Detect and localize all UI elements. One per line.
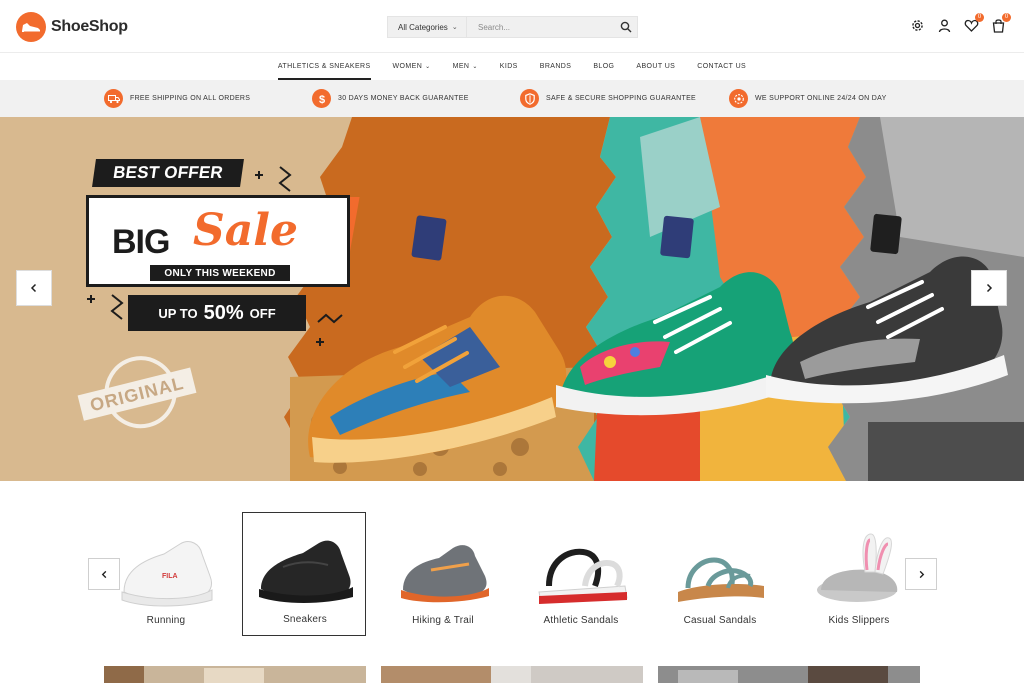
category-running[interactable]: FILA Running	[104, 512, 228, 636]
main-nav: ATHLETICS & SNEAKERS WOMEN ⌄ MEN ⌄ KIDS BR…	[0, 54, 1024, 80]
promo-image	[381, 666, 643, 683]
nav-women[interactable]: WOMEN ⌄	[382, 54, 442, 80]
cart-count-badge: 0	[1002, 13, 1011, 22]
nav-kids[interactable]: KIDS	[489, 54, 529, 80]
nav-label: MEN	[452, 63, 470, 70]
cart-button[interactable]: 0	[991, 13, 1011, 33]
chevron-down-icon: ⌄	[472, 64, 478, 70]
casual-sandal-image	[678, 557, 764, 602]
category-kids-slippers[interactable]: Kids Slippers	[797, 512, 921, 636]
support-icon	[729, 89, 748, 108]
promo-thumbnail-2[interactable]	[381, 666, 643, 683]
kids-slipper-image	[817, 533, 898, 602]
wishlist-button[interactable]: 0	[964, 13, 984, 33]
category-hiking-trail[interactable]: Hiking & Trail	[381, 512, 505, 636]
promo-thumbnail-1[interactable]	[104, 666, 366, 683]
features-bar: FREE SHIPPING ON ALL ORDERS $ 30 DAYS MO…	[0, 80, 1024, 117]
nav-label: BRANDS	[539, 63, 572, 70]
category-athletic-sandals[interactable]: Athletic Sandals	[519, 512, 643, 636]
svg-text:$: $	[318, 94, 324, 105]
search-input[interactable]	[467, 16, 638, 38]
chevron-right-icon	[986, 283, 993, 293]
chevron-down-icon: ⌄	[451, 24, 458, 31]
best-offer-label: BEST OFFER	[92, 159, 244, 187]
nav-blog[interactable]: BLOG	[582, 54, 625, 80]
sneaker-shoe-image	[259, 540, 353, 603]
feature-label: WE SUPPORT ONLINE 24/24 ON DAY	[755, 95, 887, 102]
category-label: Hiking & Trail	[412, 615, 474, 626]
truck-icon	[104, 89, 123, 108]
brand-name: ShoeShop	[51, 18, 128, 35]
hiking-shoe-image	[401, 545, 489, 603]
sandal-image	[538, 548, 628, 604]
category-label: Kids Slippers	[828, 615, 890, 626]
nav-label: CONTACT US	[697, 63, 747, 70]
promo-thumbnail-3[interactable]	[658, 666, 920, 683]
feature-money-back: $ 30 DAYS MONEY BACK GUARANTEE	[312, 89, 469, 108]
category-label: Athletic Sandals	[543, 615, 619, 626]
wishlist-count-badge: 0	[975, 13, 984, 22]
nav-contact-us[interactable]: CONTACT US	[686, 54, 757, 80]
promo-image	[678, 666, 888, 683]
feature-label: 30 DAYS MONEY BACK GUARANTEE	[338, 95, 469, 102]
shoe-logo-icon	[16, 12, 46, 42]
promo-image	[104, 666, 264, 683]
chevron-left-icon	[30, 283, 37, 293]
only-weekend-label: ONLY THIS WEEKEND	[150, 265, 290, 281]
logo[interactable]: ShoeShop	[16, 12, 128, 42]
running-shoe-image: FILA	[121, 541, 213, 607]
gear-icon[interactable]	[910, 18, 925, 33]
nav-brands[interactable]: BRANDS	[529, 54, 583, 80]
category-select[interactable]: All Categories ⌄	[387, 16, 467, 38]
shield-icon	[520, 89, 539, 108]
up-to-text: UP TO	[158, 305, 198, 321]
discount-banner: UP TO 50% OFF	[128, 295, 306, 331]
nav-label: ABOUT US	[636, 63, 676, 70]
feature-secure-shopping: SAFE & SECURE SHOPPING GUARANTEE	[520, 89, 696, 108]
chevron-down-icon: ⌄	[425, 64, 431, 70]
discount-percent: 50%	[203, 301, 244, 324]
nav-label: KIDS	[499, 63, 518, 70]
category-label: Casual Sandals	[683, 615, 757, 626]
nav-men[interactable]: MEN ⌄	[442, 54, 489, 80]
svg-text:FILA: FILA	[162, 573, 178, 580]
search-bar: All Categories ⌄	[387, 16, 638, 38]
nav-about-us[interactable]: ABOUT US	[625, 54, 686, 80]
nav-athletics-sneakers[interactable]: ATHLETICS & SNEAKERS	[267, 54, 382, 80]
site-header: ShoeShop All Categories ⌄ Search... 0 0	[0, 0, 1024, 53]
feature-label: SAFE & SECURE SHOPPING GUARANTEE	[546, 95, 697, 102]
category-sneakers[interactable]: Sneakers	[242, 512, 366, 636]
sale-text: Sale	[193, 205, 298, 256]
feature-support: WE SUPPORT ONLINE 24/24 ON DAY	[729, 89, 887, 108]
category-label: Sneakers	[283, 614, 327, 625]
search-icon[interactable]	[620, 21, 632, 33]
header-actions: 0 0	[910, 13, 1011, 33]
feature-label: FREE SHIPPING ON ALL ORDERS	[130, 95, 251, 102]
hero-next-button[interactable]	[971, 270, 1007, 306]
hero-prev-button[interactable]	[16, 270, 52, 306]
nav-label: BLOG	[593, 63, 615, 70]
nav-label: ATHLETICS & SNEAKERS	[277, 63, 371, 70]
off-text: OFF	[249, 305, 276, 321]
category-select-label: All Categories	[398, 22, 448, 32]
feature-free-shipping: FREE SHIPPING ON ALL ORDERS	[104, 89, 250, 108]
category-label: Running	[146, 615, 186, 626]
hero-banner: BEST OFFER BIG Sale ONLY THIS WEEKEND UP…	[0, 117, 1024, 481]
nav-label: WOMEN	[392, 63, 423, 70]
user-icon[interactable]	[937, 18, 952, 33]
big-text: BIG	[112, 223, 170, 261]
dollar-icon: $	[312, 89, 331, 108]
category-casual-sandals[interactable]: Casual Sandals	[658, 512, 782, 636]
